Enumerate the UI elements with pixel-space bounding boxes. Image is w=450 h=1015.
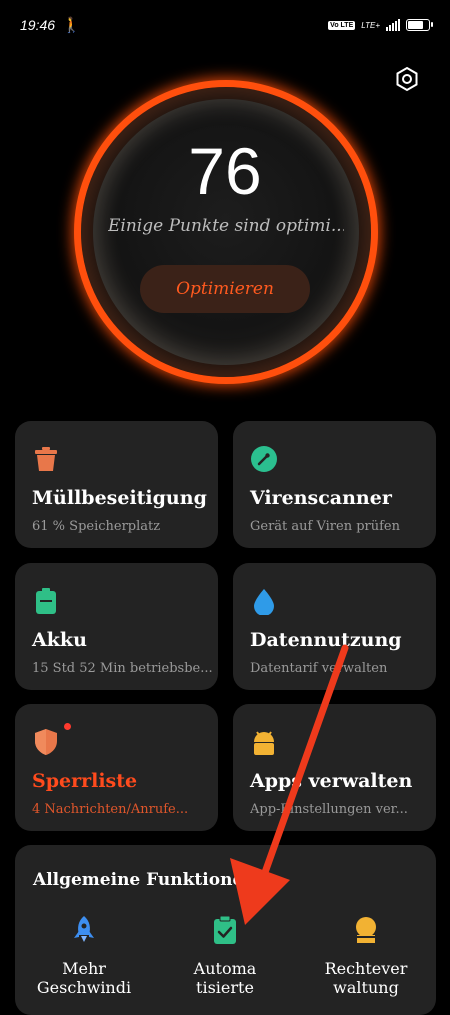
card-title: Apps verwalten [250,770,413,792]
virus-scan-icon [251,446,277,472]
card-title: Müllbeseitigung [32,487,207,509]
signal-icon [386,19,400,31]
item-label: Rechtever waltung [324,959,408,997]
trash-icon [35,447,57,471]
settings-icon[interactable] [394,66,420,92]
rocket-icon [74,916,94,942]
card-subtitle: 4 Nachrichten/Anrufe... [32,802,189,817]
score-message: Einige Punkte sind optimi... [108,216,344,236]
android-icon [254,731,274,755]
boost-speed-item[interactable]: Mehr Geschwindi [29,915,139,997]
card-title: Virenscanner [250,487,392,509]
card-data-usage[interactable]: Datennutzung Datentarif verwalten [233,563,436,690]
automated-tasks-item[interactable]: Automa tisierte [170,915,280,997]
card-battery[interactable]: Akku 15 Std 52 Min betriebsbe... [15,563,218,690]
status-time: 19:46 [20,17,56,33]
battery-icon [36,588,56,614]
status-indicators: Vo LTE LTE+ [328,16,433,34]
card-blocklist[interactable]: Sperrliste 4 Nachrichten/Anrufe... [15,704,218,831]
clipboard-check-icon [214,915,236,944]
card-subtitle: 15 Std 52 Min betriebsbe... [32,661,212,676]
card-manage-apps[interactable]: Apps verwalten App-Einstellungen ver... [233,704,436,831]
lte-label: LTE+ [361,20,380,30]
card-subtitle: Datentarif verwalten [250,661,388,676]
shield-icon [35,729,57,755]
card-subtitle: Gerät auf Viren prüfen [250,519,400,534]
water-drop-icon [254,589,274,615]
section-title: Allgemeine Funktionen [33,870,256,890]
item-label: Automa tisierte [193,959,257,997]
card-title: Akku [32,629,87,651]
badge-icon [356,917,376,943]
general-functions-panel: Allgemeine Funktionen Mehr Geschwindi Aut… [15,845,436,1015]
battery-status-icon [406,19,433,31]
card-virus-scanner[interactable]: Virenscanner Gerät auf Viren prüfen [233,421,436,548]
card-title: Sperrliste [32,770,138,792]
status-bar: 19:46 🚶 Vo LTE LTE+ [0,0,450,56]
notification-dot [64,723,71,730]
activity-walk-icon: 🚶 [62,16,81,34]
card-title: Datennutzung [250,629,402,651]
volte-icon: Vo LTE [328,20,356,30]
card-cleanup[interactable]: Müllbeseitigung 61 % Speicherplatz [15,421,218,548]
card-subtitle: 61 % Speicherplatz [32,519,161,534]
permissions-item[interactable]: Rechtever waltung [311,915,421,997]
security-score: 76 [188,134,262,208]
card-subtitle: App-Einstellungen ver... [250,802,408,817]
item-label: Mehr Geschwindi [36,959,132,997]
optimize-button[interactable]: Optimieren [140,265,310,313]
